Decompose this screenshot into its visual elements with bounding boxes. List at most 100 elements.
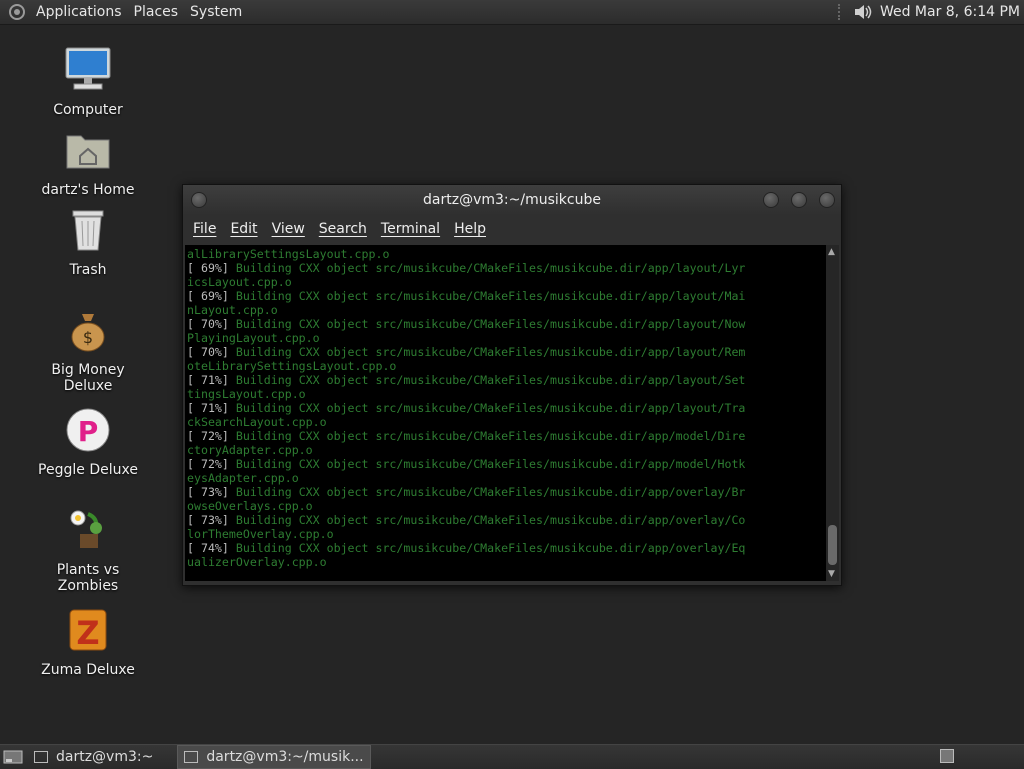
close-button[interactable]	[819, 192, 835, 208]
terminal-line: [ 70%] Building CXX object src/musikcube…	[187, 317, 826, 331]
trash-icon	[72, 210, 104, 251]
desktop-icon-trash[interactable]: Trash	[28, 206, 148, 278]
progress-percent: [ 73%]	[187, 513, 229, 527]
progress-percent: [ 70%]	[187, 317, 229, 331]
terminal-line: [ 69%] Building CXX object src/musikcube…	[187, 289, 826, 303]
desktop-icon-label: dartz's Home	[41, 182, 135, 198]
taskbar-item-label: dartz@vm3:~	[56, 749, 154, 765]
progress-percent: [ 70%]	[187, 345, 229, 359]
menu-terminal[interactable]: Terminal	[377, 221, 446, 237]
scroll-down-arrow-icon[interactable]: ▼	[828, 569, 835, 579]
desktop-icon-label: Trash	[69, 262, 107, 278]
desktop-icon-label: Plants vs Zombies	[56, 562, 120, 594]
terminal-line: [ 72%] Building CXX object src/musikcube…	[187, 429, 826, 443]
terminal-line: oteLibrarySettingsLayout.cpp.o	[187, 359, 397, 373]
workspace-switcher[interactable]	[940, 749, 954, 763]
terminal-line: [ 73%] Building CXX object src/musikcube…	[187, 485, 826, 499]
progress-percent: [ 69%]	[187, 289, 229, 303]
distro-logo-icon[interactable]	[8, 3, 26, 21]
svg-text:$: $	[83, 328, 93, 347]
svg-text:Z: Z	[76, 614, 99, 652]
desktop-icon-zuma[interactable]: Z Zuma Deluxe	[28, 606, 148, 678]
terminal-line: ctoryAdapter.cpp.o	[187, 443, 313, 457]
money-bag-icon: $	[71, 314, 105, 352]
terminal-window: dartz@vm3:~/musikcube File Edit View Sea…	[182, 184, 842, 586]
terminal-menubar: File Edit View Search Terminal Help	[183, 215, 841, 243]
terminal-line: [ 70%] Building CXX object src/musikcube…	[187, 345, 826, 359]
progress-percent: [ 72%]	[187, 429, 229, 443]
top-menu: Applications Places System	[30, 4, 248, 20]
terminal-line: [ 74%] Building CXX object src/musikcube…	[187, 541, 826, 555]
terminal-icon	[184, 751, 199, 763]
terminal-line: nLayout.cpp.o	[187, 303, 278, 317]
bottom-panel: dartz@vm3:~ dartz@vm3:~/musik...	[0, 744, 1024, 769]
volume-icon[interactable]	[852, 2, 874, 22]
build-message: Building CXX object src/musikcube/CMakeF…	[228, 289, 746, 303]
window-title: dartz@vm3:~/musikcube	[423, 192, 601, 208]
build-message: Building CXX object src/musikcube/CMakeF…	[228, 345, 746, 359]
desktop-icon-label: Zuma Deluxe	[41, 662, 135, 678]
minimize-button[interactable]	[763, 192, 779, 208]
maximize-button[interactable]	[791, 192, 807, 208]
progress-percent: [ 71%]	[187, 373, 229, 387]
menu-view[interactable]: View	[268, 221, 311, 237]
terminal-line: [ 71%] Building CXX object src/musikcube…	[187, 401, 826, 415]
terminal-line: eysAdapter.cpp.o	[187, 471, 299, 485]
menu-help[interactable]: Help	[450, 221, 492, 237]
build-message: Building CXX object src/musikcube/CMakeF…	[228, 261, 746, 275]
scrollbar-thumb[interactable]	[828, 525, 837, 565]
zuma-icon: Z	[69, 609, 107, 652]
build-message: Building CXX object src/musikcube/CMakeF…	[228, 401, 746, 415]
taskbar-item-label: dartz@vm3:~/musik...	[206, 749, 364, 765]
window-titlebar[interactable]: dartz@vm3:~/musikcube	[183, 185, 841, 215]
terminal-line: ckSearchLayout.cpp.o	[187, 415, 327, 429]
window-menu-button[interactable]	[191, 192, 207, 208]
places-menu[interactable]: Places	[128, 4, 185, 20]
desktop-icon-plants-vs-zombies[interactable]: Plants vs Zombies	[28, 506, 148, 594]
desktop-icon-label: Computer	[53, 102, 123, 118]
plants-vs-zombies-icon	[70, 510, 102, 548]
progress-percent: [ 74%]	[187, 541, 229, 555]
build-message: Building CXX object src/musikcube/CMakeF…	[228, 513, 746, 527]
top-right-area: Wed Mar 8, 6:14 PM	[837, 0, 1020, 24]
menu-file[interactable]: File	[189, 221, 222, 237]
clock[interactable]: Wed Mar 8, 6:14 PM	[880, 4, 1020, 20]
desktop-icon-peggle[interactable]: P Peggle Deluxe	[28, 406, 148, 478]
desktop-icon-label: Big Money Deluxe	[51, 362, 125, 394]
system-menu[interactable]: System	[184, 4, 248, 20]
terminal-line: tingsLayout.cpp.o	[187, 387, 306, 401]
taskbar-item-terminal-home[interactable]: dartz@vm3:~	[28, 746, 159, 768]
terminal-text: alLibrarySettingsLayout.cpp.o[ 69%] Buil…	[185, 245, 826, 569]
terminal-line: icsLayout.cpp.o	[187, 275, 292, 289]
applications-menu[interactable]: Applications	[30, 4, 128, 20]
progress-percent: [ 73%]	[187, 485, 229, 499]
build-message: Building CXX object src/musikcube/CMakeF…	[228, 541, 746, 555]
build-message: Building CXX object src/musikcube/CMakeF…	[228, 429, 746, 443]
terminal-line: alLibrarySettingsLayout.cpp.o	[187, 247, 390, 261]
terminal-line: owseOverlays.cpp.o	[187, 499, 313, 513]
menu-search[interactable]: Search	[315, 221, 373, 237]
top-panel: Applications Places System Wed Mar 8, 6:…	[0, 0, 1024, 25]
build-message: Building CXX object src/musikcube/CMakeF…	[228, 373, 746, 387]
terminal-line: [ 71%] Building CXX object src/musikcube…	[187, 373, 826, 387]
show-desktop-icon[interactable]	[2, 748, 24, 766]
svg-text:P: P	[78, 415, 99, 448]
progress-percent: [ 69%]	[187, 261, 229, 275]
peggle-icon: P	[66, 408, 110, 452]
taskbar-item-terminal-musikcube[interactable]: dartz@vm3:~/musik...	[177, 745, 371, 769]
desktop-icon-label: Peggle Deluxe	[38, 462, 138, 478]
terminal-scrollbar[interactable]: ▲ ▼	[826, 245, 839, 581]
terminal-output[interactable]: alLibrarySettingsLayout.cpp.o[ 69%] Buil…	[185, 245, 826, 581]
terminal-line: [ 72%] Building CXX object src/musikcube…	[187, 457, 826, 471]
terminal-line: [ 69%] Building CXX object src/musikcube…	[187, 261, 826, 275]
menu-edit[interactable]: Edit	[226, 221, 263, 237]
scroll-up-arrow-icon[interactable]: ▲	[828, 247, 835, 257]
home-folder-icon	[66, 135, 110, 169]
panel-handle	[837, 4, 844, 20]
desktop-icon-home[interactable]: dartz's Home	[28, 126, 148, 198]
desktop-icon-computer[interactable]: Computer	[28, 46, 148, 118]
desktop-icon-big-money[interactable]: $ Big Money Deluxe	[28, 306, 148, 394]
build-message: Building CXX object src/musikcube/CMakeF…	[228, 317, 746, 331]
progress-percent: [ 71%]	[187, 401, 229, 415]
terminal-line: [ 73%] Building CXX object src/musikcube…	[187, 513, 826, 527]
